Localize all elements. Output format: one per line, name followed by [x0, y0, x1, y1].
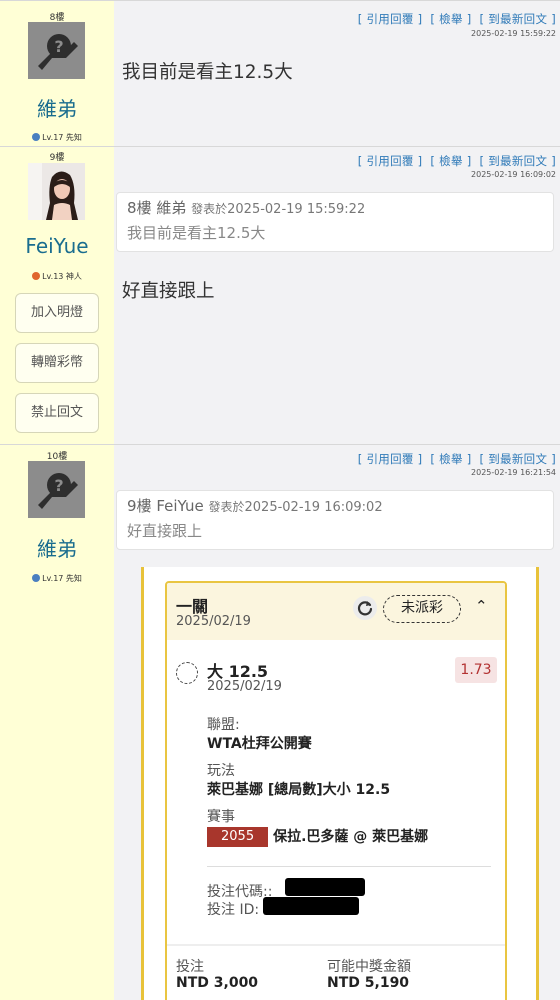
quote-reply-link[interactable]: [ 引用回覆 ]	[358, 452, 423, 466]
post-content: [ 引用回覆 ] [ 檢舉 ] [ 到最新回文 ] 2025-02-19 15:59…	[114, 1, 560, 146]
pick-status-icon	[176, 662, 198, 684]
post-timestamp: 2025-02-19 16:09:02	[471, 170, 556, 179]
settlement-status-badge: 未派彩	[383, 595, 461, 623]
redaction-mark	[263, 897, 359, 915]
odds-badge: 1.73	[455, 657, 497, 683]
post-actions: [ 引用回覆 ] [ 檢舉 ] [ 到最新回文 ]	[358, 153, 556, 169]
post-message: 我目前是看主12.5大	[122, 62, 293, 83]
quote-text: 好直接跟上	[127, 522, 203, 540]
bet-slip-header: 一關 2025/02/19 未派彩 ⌃	[167, 583, 505, 640]
latest-reply-link[interactable]: [ 到最新回文 ]	[480, 452, 556, 466]
quote-author: FeiYue	[156, 497, 204, 515]
quote-posted-prefix: 發表於	[208, 500, 245, 514]
bet-id-label: 投注 ID:	[207, 902, 260, 918]
league-value: WTA杜拜公開賽	[207, 736, 312, 752]
quote-header: 8樓 維弟 發表於2025-02-19 15:59:22	[127, 197, 543, 218]
bet-slip-card: 一關 2025/02/19 未派彩 ⌃ 大 12.5 2025/02/19 1.…	[165, 581, 507, 1000]
user-level: Lv.13 神人	[0, 271, 114, 282]
quote-floor: 8樓	[127, 199, 152, 217]
level-badge-icon	[32, 272, 41, 280]
post-timestamp: 2025-02-19 15:59:22	[471, 29, 556, 38]
add-spotlight-button[interactable]: 加入明燈	[15, 293, 99, 333]
report-link[interactable]: [ 檢舉 ]	[430, 452, 471, 466]
divider	[167, 944, 505, 946]
level-badge-icon	[32, 574, 41, 582]
stake-value: NTD 3,000	[176, 975, 259, 991]
user-avatar[interactable]	[28, 163, 85, 220]
redaction-mark	[285, 878, 365, 896]
post-content: [ 引用回覆 ] [ 檢舉 ] [ 到最新回文 ] 2025-02-19 16:09…	[114, 147, 560, 444]
event-label: 賽事	[207, 809, 235, 825]
quote-posted-at: 2025-02-19 15:59:22	[227, 202, 366, 217]
svg-text:?: ?	[54, 37, 63, 56]
quote-reply-link[interactable]: [ 引用回覆 ]	[358, 12, 423, 26]
market-value: 萊巴基娜 [總局數]大小 12.5	[207, 782, 391, 798]
gift-coins-button[interactable]: 轉贈彩幣	[15, 343, 99, 383]
bet-date: 2025/02/19	[176, 614, 251, 629]
quote-floor: 9樓	[127, 497, 152, 515]
quote-reply-link[interactable]: [ 引用回覆 ]	[358, 154, 423, 168]
quote-author: 維弟	[156, 199, 187, 217]
post-floor-9: 9樓 FeiYue Lv.13 神人 加入明燈 轉贈彩幣 禁止回文 [ 引用回覆…	[0, 146, 560, 444]
event-id-badge: 2055	[207, 827, 269, 847]
user-level: Lv.17 先知	[0, 573, 114, 584]
event-value: 2055 保拉.巴多薩 @ 萊巴基娜	[207, 826, 428, 847]
latest-reply-link[interactable]: [ 到最新回文 ]	[480, 12, 556, 26]
block-reply-button[interactable]: 禁止回文	[15, 393, 99, 433]
username[interactable]: 維弟	[0, 533, 114, 562]
report-link[interactable]: [ 檢舉 ]	[430, 12, 471, 26]
report-link[interactable]: [ 檢舉 ]	[430, 154, 471, 168]
quote-text: 我目前是看主12.5大	[127, 224, 266, 242]
quote-posted-at: 2025-02-19 16:09:02	[244, 500, 383, 515]
post-timestamp: 2025-02-19 16:21:54	[471, 468, 556, 477]
latest-reply-link[interactable]: [ 到最新回文 ]	[480, 154, 556, 168]
default-avatar-icon[interactable]: ?	[28, 461, 85, 518]
post-actions: [ 引用回覆 ] [ 檢舉 ] [ 到最新回文 ]	[358, 11, 556, 27]
default-avatar-icon[interactable]: ?	[28, 22, 85, 79]
user-panel: 8樓 ? 維弟 Lv.17 先知	[0, 1, 114, 146]
user-panel: 9樓 FeiYue Lv.13 神人 加入明燈 轉贈彩幣 禁止回文	[0, 147, 114, 444]
stake-label: 投注	[176, 959, 204, 975]
user-panel: 10樓 ? 維弟 Lv.17 先知	[0, 445, 114, 1000]
divider	[207, 866, 491, 867]
quoted-post: 9樓 FeiYue 發表於2025-02-19 16:09:02 好直接跟上	[116, 490, 554, 550]
pick-date: 2025/02/19	[207, 679, 282, 694]
refresh-icon[interactable]	[353, 596, 377, 620]
username[interactable]: 維弟	[0, 93, 114, 122]
quote-posted-prefix: 發表於	[191, 202, 228, 216]
payout-label: 可能中獎金額	[327, 959, 411, 975]
username[interactable]: FeiYue	[0, 234, 114, 258]
quote-header: 9樓 FeiYue 發表於2025-02-19 16:09:02	[127, 495, 543, 516]
svg-text:?: ?	[54, 476, 63, 495]
payout-value: NTD 5,190	[327, 975, 410, 991]
league-label: 聯盟:	[207, 717, 240, 733]
event-name: 保拉.巴多薩 @ 萊巴基娜	[273, 829, 429, 845]
level-badge-icon	[32, 133, 41, 141]
market-label: 玩法	[207, 763, 235, 779]
chevron-up-icon[interactable]: ⌃	[475, 597, 488, 615]
floor-number: 9樓	[49, 153, 65, 163]
post-message: 好直接跟上	[122, 281, 215, 302]
user-level: Lv.17 先知	[0, 132, 114, 143]
quoted-post: 8樓 維弟 發表於2025-02-19 15:59:22 我目前是看主12.5大	[116, 192, 554, 252]
post-actions: [ 引用回覆 ] [ 檢舉 ] [ 到最新回文 ]	[358, 451, 556, 467]
post-floor-8: 8樓 ? 維弟 Lv.17 先知 [ 引用回覆 ] [ 檢舉 ] [ 到最新回文 ]…	[0, 0, 560, 146]
